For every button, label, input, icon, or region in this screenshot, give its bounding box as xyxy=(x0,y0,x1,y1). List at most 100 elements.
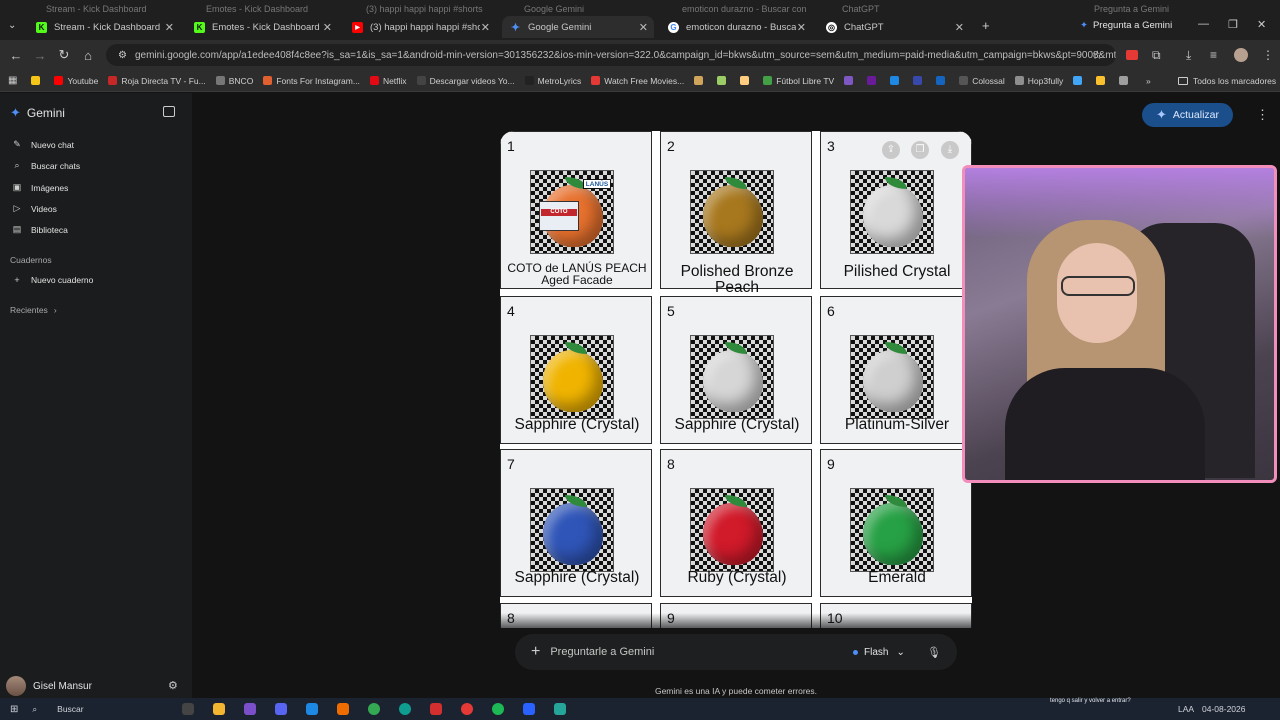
app-icon[interactable] xyxy=(461,703,474,715)
sidebar-item-images[interactable]: ▣ Imágenes xyxy=(11,182,69,193)
new-notebook-button[interactable]: + Nuevo cuaderno xyxy=(11,275,93,285)
chat-notification: tengo q salir y volver a entrar? xyxy=(1050,698,1131,704)
tab-chatgpt[interactable]: ◎ ChatGPT ✕ xyxy=(818,16,970,38)
bookmark-item[interactable]: BNCO xyxy=(215,76,253,86)
spotify-icon[interactable] xyxy=(492,703,505,715)
close-icon[interactable]: ✕ xyxy=(481,21,490,34)
site-info-icon[interactable]: ⚙ xyxy=(118,50,127,61)
bookmark-item[interactable]: Roja Directa TV - Fu... xyxy=(108,76,206,86)
bookmark-item[interactable] xyxy=(936,76,949,85)
bookmark-item[interactable]: Netflix xyxy=(369,76,407,86)
prompt-input[interactable]: + Preguntarle a Gemini Flash ⌄ 🎙 xyxy=(515,634,957,670)
reload-icon[interactable]: ↻ xyxy=(52,47,76,63)
download-icon[interactable]: ⤓ xyxy=(1186,48,1191,63)
media-icon[interactable]: ≡ xyxy=(1210,48,1217,62)
app-icon[interactable] xyxy=(430,703,443,715)
ask-gemini-button[interactable]: ✦ Pregunta a Gemini xyxy=(1080,20,1172,31)
explorer-icon[interactable] xyxy=(213,703,226,715)
all-bookmarks[interactable]: Todos los marcadores xyxy=(1178,76,1276,86)
back-icon[interactable]: ← xyxy=(4,48,28,63)
bookmark-item[interactable]: Fútbol Libre TV xyxy=(763,76,834,86)
tab-google-search[interactable]: G emoticon durazno - Buscar con ✕ xyxy=(660,16,812,38)
more-options-icon[interactable]: ⋮ xyxy=(1256,107,1269,123)
download-icon[interactable]: ⤓ xyxy=(941,141,959,159)
copy-icon[interactable]: ❐ xyxy=(911,141,929,159)
windows-icon[interactable]: ⊞ xyxy=(10,704,18,715)
bookmark-item[interactable] xyxy=(867,76,880,85)
app-icon[interactable] xyxy=(244,703,257,715)
close-icon[interactable]: ✕ xyxy=(797,21,806,34)
close-icon[interactable]: ✕ xyxy=(955,21,964,34)
bookmark-star-icon[interactable]: ☆ xyxy=(1092,48,1103,62)
profile-avatar[interactable] xyxy=(1234,48,1248,62)
tab-emotes-kick[interactable]: K Emotes - Kick Dashboard ✕ xyxy=(186,16,338,38)
settings-icon[interactable]: ⚙ xyxy=(168,679,178,692)
bookmark-label: Descargar videos Yo... xyxy=(429,75,515,86)
bookmark-item[interactable] xyxy=(1073,76,1086,85)
plus-icon[interactable]: + xyxy=(531,643,540,661)
chrome-icon[interactable] xyxy=(368,703,381,715)
sidebar-item-videos[interactable]: ▷ Videos xyxy=(11,203,57,214)
taskbar-search[interactable]: ⌕ Buscar xyxy=(32,704,182,715)
share-icon[interactable]: ⇪ xyxy=(882,141,900,159)
tab-stream-kick[interactable]: K Stream - Kick Dashboard ✕ xyxy=(28,16,180,38)
app-icon[interactable] xyxy=(306,703,319,715)
bookmark-item[interactable] xyxy=(717,76,730,85)
tab-google-gemini[interactable]: ✦ Google Gemini ✕ xyxy=(502,16,654,38)
bookmark-item[interactable] xyxy=(740,76,753,85)
tab-youtube-shorts[interactable]: ▶ (3) happi happi happi #shorts # ✕ xyxy=(344,16,496,38)
gemini-logo[interactable]: ✦ Gemini xyxy=(10,105,65,121)
sidebar-item-search-chats[interactable]: ⌕ Buscar chats xyxy=(11,160,80,171)
user-profile[interactable]: Gisel Mansur xyxy=(6,676,92,696)
bookmark-item[interactable] xyxy=(844,76,857,85)
edge-icon[interactable] xyxy=(399,703,412,715)
minimize-icon[interactable]: — xyxy=(1198,18,1209,30)
bookmark-item[interactable]: Youtube xyxy=(54,76,98,86)
url-field[interactable]: ⚙ gemini.google.com/app/a1edee408f4c8ee?… xyxy=(106,44,1116,66)
task-view-icon[interactable] xyxy=(182,703,195,715)
app-icon[interactable] xyxy=(554,703,567,715)
close-icon[interactable]: ✕ xyxy=(639,21,648,34)
tab-search-icon[interactable]: ⌄ xyxy=(8,20,16,31)
home-icon[interactable]: ⌂ xyxy=(76,48,100,63)
new-tab-icon[interactable]: + xyxy=(982,18,990,33)
generated-image[interactable]: 1 COTO LANÚS COTO de LANÚS PEACH Aged Facade… xyxy=(500,131,972,628)
close-icon[interactable]: ✕ xyxy=(323,21,332,34)
model-selector[interactable]: Flash ⌄ xyxy=(853,647,905,658)
clock-date[interactable]: 04-08-2026 xyxy=(1202,704,1245,714)
app-icon[interactable] xyxy=(275,703,288,715)
sidebar-item-new-chat[interactable]: ✎ Nuevo chat xyxy=(11,139,74,150)
bookmark-item[interactable]: Colossal xyxy=(959,76,1005,86)
collapse-sidebar-icon[interactable] xyxy=(163,106,175,117)
menu-icon[interactable]: ⋮ xyxy=(1262,48,1274,62)
peach-icon xyxy=(703,503,763,565)
chevron-right-icon[interactable]: » xyxy=(1146,76,1151,86)
bookmark-item[interactable] xyxy=(890,76,903,85)
bookmark-item[interactable] xyxy=(1119,76,1132,85)
bookmark-item[interactable]: Fonts For Instagram... xyxy=(263,76,360,86)
app-icon[interactable] xyxy=(523,703,536,715)
bookmark-item[interactable]: Hop3fully xyxy=(1014,76,1063,86)
puzzle-icon[interactable]: ⧉ xyxy=(1152,48,1161,63)
close-icon[interactable]: ✕ xyxy=(165,21,174,34)
app-icon[interactable] xyxy=(337,703,350,715)
upgrade-button[interactable]: ✦ Actualizar xyxy=(1142,103,1233,127)
bookmark-item[interactable]: Watch Free Movies... xyxy=(591,76,684,86)
apps-icon[interactable]: ▦ xyxy=(8,75,17,86)
forward-icon[interactable]: → xyxy=(28,48,52,63)
language-indicator[interactable]: LAA xyxy=(1178,704,1194,714)
close-window-icon[interactable]: ✕ xyxy=(1257,18,1266,31)
edit-icon: ✎ xyxy=(13,139,21,149)
extension-icon[interactable] xyxy=(1126,50,1138,60)
bookmark-item[interactable] xyxy=(913,76,926,85)
bookmark-item[interactable] xyxy=(694,76,707,85)
recent-header[interactable]: Recientes › xyxy=(10,305,57,315)
bookmark-item[interactable] xyxy=(31,76,44,85)
bookmark-item[interactable]: Descargar videos Yo... xyxy=(416,75,515,86)
bookmark-item[interactable]: MetroLyrics xyxy=(524,76,581,86)
sidebar-item-library[interactable]: ▤ Biblioteca xyxy=(11,224,68,235)
bookmark-item[interactable] xyxy=(1096,76,1109,85)
image-icon: ▣ xyxy=(12,182,22,192)
maximize-icon[interactable]: ❐ xyxy=(1228,18,1238,31)
microphone-icon[interactable]: 🎙 xyxy=(927,646,941,659)
